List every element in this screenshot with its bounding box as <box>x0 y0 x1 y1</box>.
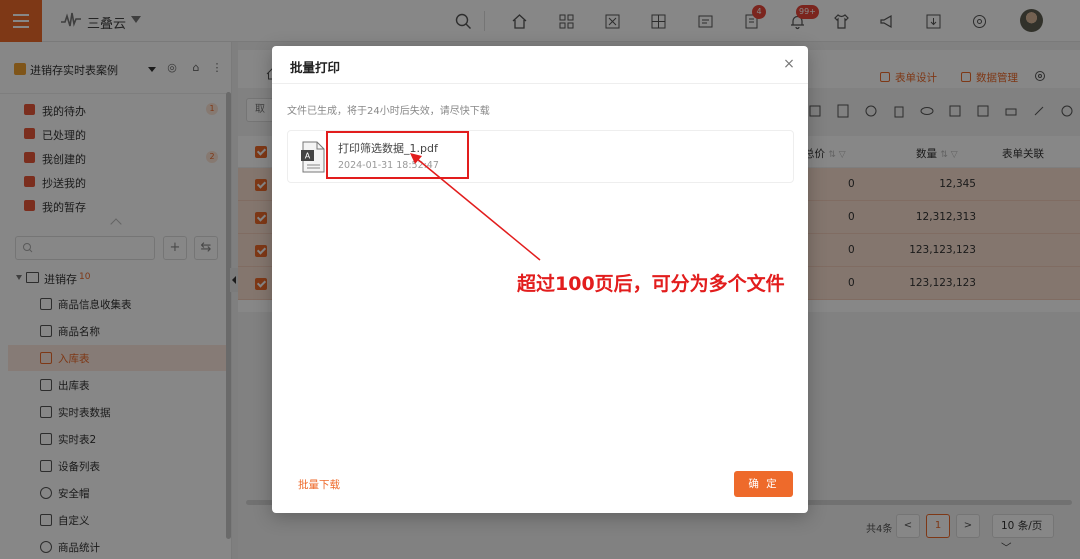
dialog-header: 批量打印 × <box>272 46 808 84</box>
annotation-highlight-box <box>326 131 469 179</box>
confirm-button[interactable]: 确 定 <box>734 471 793 497</box>
dialog-title: 批量打印 <box>290 60 341 75</box>
annotation-text: 超过100页后，可分为多个文件 <box>517 273 785 295</box>
pdf-file-icon: A <box>301 141 325 173</box>
dialog-hint: 文件已生成，将于24小时后失效，请尽快下载 <box>287 106 490 117</box>
close-icon[interactable]: × <box>782 57 796 71</box>
batch-download-link[interactable]: 批量下载 <box>298 477 340 492</box>
svg-text:A: A <box>305 152 311 161</box>
